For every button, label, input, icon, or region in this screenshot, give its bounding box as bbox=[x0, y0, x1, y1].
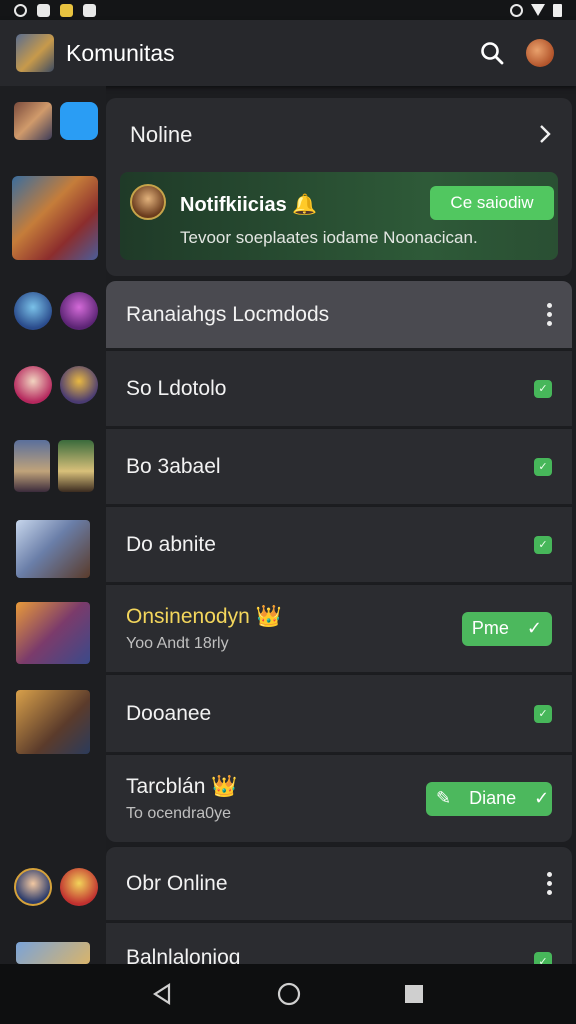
list-item-label: Bo 3abael bbox=[126, 454, 221, 478]
list-item-label: Ranaiahgs Locmdods bbox=[126, 302, 330, 326]
list-item-label: Dooanee bbox=[126, 701, 212, 725]
notification-avatar bbox=[130, 184, 166, 220]
sidebar bbox=[0, 86, 106, 964]
check-icon[interactable]: ✓ bbox=[534, 952, 552, 964]
home-icon[interactable] bbox=[276, 981, 302, 1007]
check-icon: ✓ bbox=[526, 618, 542, 638]
hero-avatar[interactable] bbox=[16, 690, 90, 754]
search-button[interactable] bbox=[472, 33, 512, 73]
main-content: Noline Notifkiicias 🔔 Tevoor soeplaates … bbox=[106, 86, 576, 964]
profile-button[interactable] bbox=[520, 33, 560, 73]
app-logo bbox=[16, 34, 54, 72]
chat-app-icon[interactable] bbox=[60, 102, 98, 140]
list-item-label: Obr Online bbox=[126, 871, 228, 895]
edit-icon: ✎ bbox=[436, 788, 452, 808]
notification-action-button[interactable]: Ce saiodiw bbox=[430, 186, 554, 220]
system-nav-bar bbox=[0, 964, 576, 1024]
list-item[interactable]: Balnlalonioq ✓ bbox=[106, 922, 572, 964]
notification-banner[interactable]: Notifkiicias 🔔 Tevoor soeplaates iodame … bbox=[120, 172, 558, 260]
recents-icon[interactable] bbox=[403, 983, 425, 1005]
hero-avatar[interactable] bbox=[14, 366, 52, 404]
hero-avatar[interactable] bbox=[16, 602, 90, 664]
check-icon[interactable]: ✓ bbox=[534, 535, 552, 554]
hero-avatar[interactable] bbox=[60, 366, 98, 404]
chevron-right-icon[interactable] bbox=[538, 124, 552, 144]
check-icon[interactable]: ✓ bbox=[534, 457, 552, 476]
list-item-subtitle: To ocendra0ye bbox=[126, 804, 231, 822]
community-avatar[interactable] bbox=[14, 102, 52, 140]
back-icon[interactable] bbox=[151, 982, 175, 1006]
list-item[interactable]: Onsinenodyn 👑 Yoo Andt 18rly Pme ✓ bbox=[106, 584, 572, 672]
mail-icon bbox=[37, 3, 50, 17]
hero-avatar[interactable] bbox=[60, 292, 98, 330]
chat-icon bbox=[83, 3, 96, 17]
hero-avatar[interactable] bbox=[14, 292, 52, 330]
notification-icon bbox=[60, 3, 73, 17]
hero-avatar[interactable] bbox=[14, 868, 52, 906]
wifi-icon bbox=[531, 4, 545, 16]
sync-icon bbox=[14, 3, 27, 17]
status-pill[interactable]: Pme ✓ bbox=[461, 611, 552, 646]
list-item[interactable]: Dooanee ✓ bbox=[106, 674, 572, 752]
pill-label: Diane bbox=[469, 788, 517, 808]
list-item-label: Balnlalonioq bbox=[126, 946, 241, 964]
list-item-label: So Ldotolo bbox=[126, 376, 227, 400]
check-icon: ✓ bbox=[534, 788, 550, 808]
list-item[interactable]: Obr Online bbox=[106, 846, 572, 920]
list-item[interactable]: Tarcblán 👑 To ocendra0ye ✎ Diane ✓ bbox=[106, 754, 572, 842]
notification-body: Tevoor soeplaates iodame Noonacican. bbox=[180, 228, 478, 247]
avatar bbox=[526, 39, 554, 67]
hero-avatar[interactable] bbox=[58, 440, 94, 492]
hero-avatar[interactable] bbox=[16, 942, 90, 964]
card-title: Noline bbox=[130, 122, 193, 147]
hero-avatar[interactable] bbox=[16, 520, 90, 578]
list-item-label: Onsinenodyn 👑 bbox=[126, 604, 282, 628]
list-item-label: Tarcblán 👑 bbox=[126, 774, 238, 798]
list-item-subtitle: Yoo Andt 18rly bbox=[126, 634, 229, 652]
status-pill[interactable]: ✎ Diane ✓ bbox=[426, 781, 552, 816]
check-icon[interactable]: ✓ bbox=[534, 704, 552, 723]
list-item-label: Do abnite bbox=[126, 532, 216, 556]
app-bar: Komunitas bbox=[0, 20, 576, 86]
list-item[interactable]: So Ldotolo ✓ bbox=[106, 350, 572, 426]
battery-icon bbox=[553, 3, 562, 17]
search-icon bbox=[481, 42, 504, 65]
community-avatar[interactable] bbox=[12, 176, 98, 260]
more-options-icon[interactable] bbox=[546, 303, 552, 326]
check-icon[interactable]: ✓ bbox=[534, 379, 552, 398]
status-bar bbox=[0, 0, 576, 20]
page-title: Komunitas bbox=[66, 39, 175, 66]
hero-avatar[interactable] bbox=[60, 868, 98, 906]
hero-avatar[interactable] bbox=[14, 440, 50, 492]
list-item[interactable]: Ranaiahgs Locmdods bbox=[106, 280, 572, 348]
more-options-icon[interactable] bbox=[546, 872, 552, 895]
location-icon bbox=[510, 3, 523, 17]
list-item[interactable]: Bo 3abael ✓ bbox=[106, 428, 572, 504]
list-item[interactable]: Do abnite ✓ bbox=[106, 506, 572, 582]
pill-label: Pme bbox=[471, 618, 509, 638]
notification-title: Notifkiicias 🔔 bbox=[180, 194, 318, 216]
